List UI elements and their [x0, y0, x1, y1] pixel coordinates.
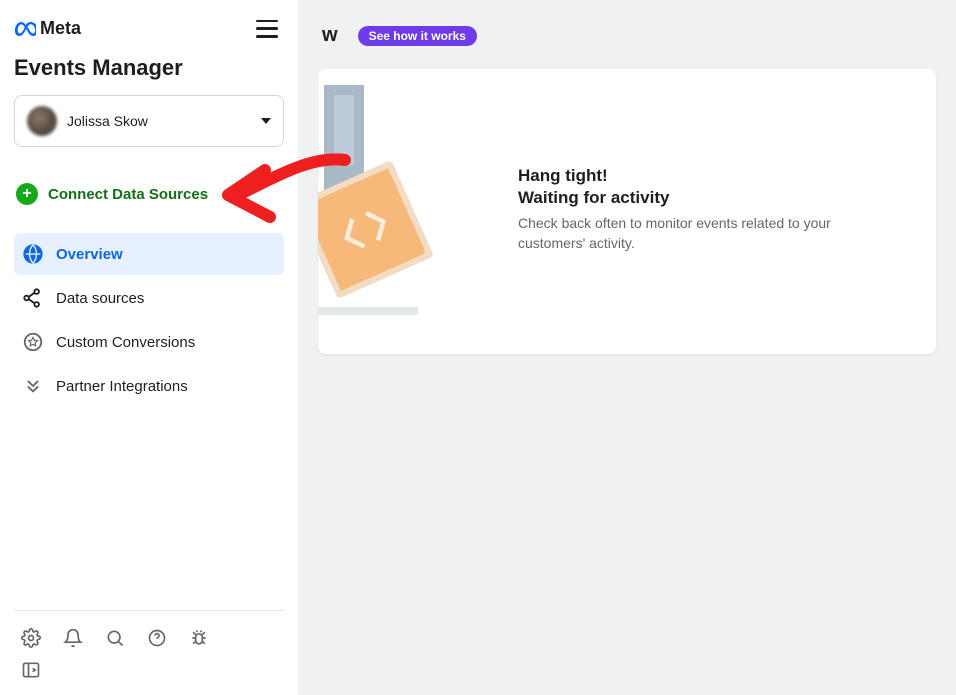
plus-circle-icon: +	[16, 183, 38, 205]
meta-logo-icon	[14, 22, 36, 36]
sidebar: Meta Events Manager Jolissa Skow + Conne…	[0, 0, 298, 695]
waiting-illustration	[318, 85, 478, 335]
bug-icon[interactable]	[188, 627, 210, 649]
search-icon[interactable]	[104, 627, 126, 649]
meta-logo[interactable]: Meta	[14, 18, 81, 39]
sidebar-item-partner-integrations[interactable]: Partner Integrations	[14, 365, 284, 407]
connect-data-sources-label: Connect Data Sources	[48, 186, 208, 203]
page-title: Events Manager	[14, 55, 284, 81]
sidebar-item-label: Overview	[56, 246, 123, 263]
truncated-heading: w	[322, 24, 338, 47]
connect-data-sources-button[interactable]: + Connect Data Sources	[14, 177, 284, 211]
avatar	[27, 106, 57, 136]
sidebar-utility-row	[14, 623, 284, 659]
sidebar-nav: Overview Data sources Custom Conversions…	[14, 233, 284, 409]
main-content: w See how it works Hang tight! Waiting f…	[298, 0, 956, 695]
sidebar-item-label: Data sources	[56, 290, 144, 307]
partner-icon	[22, 375, 44, 397]
menu-toggle-icon[interactable]	[256, 20, 278, 38]
sidebar-divider	[14, 610, 284, 611]
waiting-body: Check back often to monitor events relat…	[518, 214, 838, 253]
sidebar-item-custom-conversions[interactable]: Custom Conversions	[14, 321, 284, 363]
nodes-icon	[22, 287, 44, 309]
see-how-it-works-badge[interactable]: See how it works	[358, 26, 477, 46]
account-name: Jolissa Skow	[67, 113, 251, 129]
collapse-panel-icon[interactable]	[20, 659, 42, 681]
sidebar-item-data-sources[interactable]: Data sources	[14, 277, 284, 319]
account-selector[interactable]: Jolissa Skow	[14, 95, 284, 147]
sidebar-item-label: Partner Integrations	[56, 378, 188, 395]
sidebar-item-overview[interactable]: Overview	[14, 233, 284, 275]
settings-gear-icon[interactable]	[20, 627, 42, 649]
notifications-bell-icon[interactable]	[62, 627, 84, 649]
waiting-heading-2: Waiting for activity	[518, 188, 838, 208]
sidebar-item-label: Custom Conversions	[56, 334, 195, 351]
waiting-card: Hang tight! Waiting for activity Check b…	[318, 69, 936, 354]
sidebar-header: Meta	[14, 18, 284, 39]
top-bar: w See how it works	[298, 0, 956, 57]
globe-dashboard-icon	[22, 243, 44, 265]
waiting-heading-1: Hang tight!	[518, 166, 838, 186]
meta-logo-text: Meta	[40, 18, 81, 39]
star-circle-icon	[22, 331, 44, 353]
chevron-down-icon	[261, 118, 271, 124]
help-icon[interactable]	[146, 627, 168, 649]
waiting-card-text: Hang tight! Waiting for activity Check b…	[518, 166, 838, 253]
